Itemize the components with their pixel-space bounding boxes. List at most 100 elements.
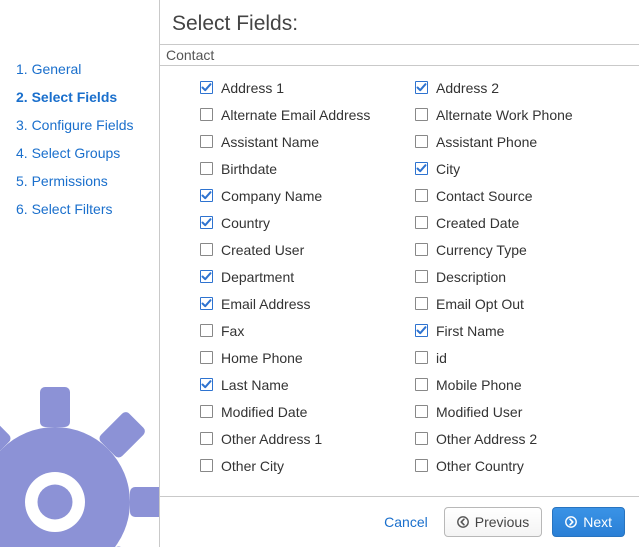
- field-item[interactable]: Assistant Phone: [415, 128, 630, 155]
- arrow-right-icon: [565, 516, 577, 528]
- field-checkbox[interactable]: [200, 108, 213, 121]
- field-label: Company Name: [221, 188, 322, 204]
- field-item[interactable]: Address 1: [200, 74, 415, 101]
- field-item[interactable]: Assistant Name: [200, 128, 415, 155]
- field-checkbox[interactable]: [200, 405, 213, 418]
- field-checkbox[interactable]: [200, 162, 213, 175]
- field-label: Mobile Phone: [436, 377, 522, 393]
- sidebar-item-step-3[interactable]: 3. Configure Fields: [12, 111, 159, 139]
- field-checkbox[interactable]: [200, 189, 213, 202]
- field-label: Assistant Phone: [436, 134, 537, 150]
- field-item[interactable]: id: [415, 344, 630, 371]
- field-checkbox[interactable]: [200, 216, 213, 229]
- field-label: Alternate Work Phone: [436, 107, 573, 123]
- field-checkbox[interactable]: [200, 81, 213, 94]
- section-bar: Contact: [160, 44, 639, 66]
- fields-column-2: Address 2 Alternate Work Phone Assistant P…: [415, 74, 630, 479]
- field-checkbox[interactable]: [415, 189, 428, 202]
- field-item[interactable]: Address 2: [415, 74, 630, 101]
- field-checkbox[interactable]: [200, 459, 213, 472]
- field-item[interactable]: First Name: [415, 317, 630, 344]
- field-checkbox[interactable]: [415, 270, 428, 283]
- field-checkbox[interactable]: [415, 162, 428, 175]
- wizard-main: Select Fields: Contact Address 1Alternat…: [160, 0, 639, 547]
- fields-grid: Address 1Alternate Email AddressAssistan…: [200, 74, 639, 479]
- wizard-root: 1. General 2. Select Fields 3. Configure F…: [0, 0, 639, 547]
- field-item[interactable]: Created User: [200, 236, 415, 263]
- field-item[interactable]: Last Name: [200, 371, 415, 398]
- field-item[interactable]: Other Address 2: [415, 425, 630, 452]
- field-item[interactable]: Alternate Work Phone: [415, 101, 630, 128]
- previous-button[interactable]: Previous: [444, 507, 542, 537]
- field-item[interactable]: Birthdate: [200, 155, 415, 182]
- field-label: Contact Source: [436, 188, 533, 204]
- field-item[interactable]: Email Opt Out: [415, 290, 630, 317]
- field-label: Description: [436, 269, 506, 285]
- field-item[interactable]: Alternate Email Address: [200, 101, 415, 128]
- field-item[interactable]: Fax: [200, 317, 415, 344]
- field-checkbox[interactable]: [415, 297, 428, 310]
- field-checkbox[interactable]: [415, 135, 428, 148]
- field-item[interactable]: Contact Source: [415, 182, 630, 209]
- field-label: Address 2: [436, 80, 499, 96]
- field-checkbox[interactable]: [415, 81, 428, 94]
- field-label: Country: [221, 215, 270, 231]
- field-label: Address 1: [221, 80, 284, 96]
- field-checkbox[interactable]: [415, 405, 428, 418]
- wizard-sidebar: 1. General 2. Select Fields 3. Configure F…: [0, 0, 160, 547]
- field-item[interactable]: City: [415, 155, 630, 182]
- field-item[interactable]: Country: [200, 209, 415, 236]
- field-item[interactable]: Company Name: [200, 182, 415, 209]
- field-item[interactable]: Home Phone: [200, 344, 415, 371]
- sidebar-item-step-2[interactable]: 2. Select Fields: [12, 83, 159, 111]
- field-checkbox[interactable]: [200, 324, 213, 337]
- fields-area: Address 1Alternate Email AddressAssistan…: [160, 66, 639, 497]
- field-checkbox[interactable]: [415, 324, 428, 337]
- field-checkbox[interactable]: [200, 351, 213, 364]
- field-checkbox[interactable]: [200, 243, 213, 256]
- field-item[interactable]: Mobile Phone: [415, 371, 630, 398]
- gear-icon: [0, 377, 160, 547]
- field-checkbox[interactable]: [200, 135, 213, 148]
- field-label: Department: [221, 269, 294, 285]
- field-item[interactable]: Modified Date: [200, 398, 415, 425]
- field-item[interactable]: Email Address: [200, 290, 415, 317]
- field-label: id: [436, 350, 447, 366]
- field-checkbox[interactable]: [415, 378, 428, 391]
- sidebar-item-step-6[interactable]: 6. Select Filters: [12, 195, 159, 223]
- field-label: Email Opt Out: [436, 296, 524, 312]
- field-item[interactable]: Other Address 1: [200, 425, 415, 452]
- sidebar-item-label: 4. Select Groups: [16, 145, 120, 161]
- field-checkbox[interactable]: [200, 270, 213, 283]
- next-button[interactable]: Next: [552, 507, 625, 537]
- field-item[interactable]: Department: [200, 263, 415, 290]
- cancel-button[interactable]: Cancel: [378, 510, 434, 534]
- field-checkbox[interactable]: [415, 432, 428, 445]
- field-label: Created User: [221, 242, 304, 258]
- sidebar-item-step-5[interactable]: 5. Permissions: [12, 167, 159, 195]
- field-checkbox[interactable]: [200, 432, 213, 445]
- arrow-left-icon: [457, 516, 469, 528]
- field-item[interactable]: Description: [415, 263, 630, 290]
- field-item[interactable]: Other Country: [415, 452, 630, 479]
- sidebar-item-label: 1. General: [16, 61, 81, 77]
- sidebar-item-step-1[interactable]: 1. General: [12, 55, 159, 83]
- field-label: Other Address 1: [221, 431, 322, 447]
- field-item[interactable]: Other City: [200, 452, 415, 479]
- field-label: Other Country: [436, 458, 524, 474]
- sidebar-item-label: 3. Configure Fields: [16, 117, 134, 133]
- field-checkbox[interactable]: [415, 351, 428, 364]
- sidebar-item-step-4[interactable]: 4. Select Groups: [12, 139, 159, 167]
- field-item[interactable]: Currency Type: [415, 236, 630, 263]
- field-checkbox[interactable]: [415, 108, 428, 121]
- field-checkbox[interactable]: [415, 243, 428, 256]
- field-item[interactable]: Created Date: [415, 209, 630, 236]
- field-checkbox[interactable]: [415, 459, 428, 472]
- field-checkbox[interactable]: [200, 378, 213, 391]
- field-checkbox[interactable]: [200, 297, 213, 310]
- field-item[interactable]: Modified User: [415, 398, 630, 425]
- field-label: City: [436, 161, 460, 177]
- field-label: Created Date: [436, 215, 519, 231]
- previous-button-label: Previous: [475, 514, 529, 530]
- field-checkbox[interactable]: [415, 216, 428, 229]
